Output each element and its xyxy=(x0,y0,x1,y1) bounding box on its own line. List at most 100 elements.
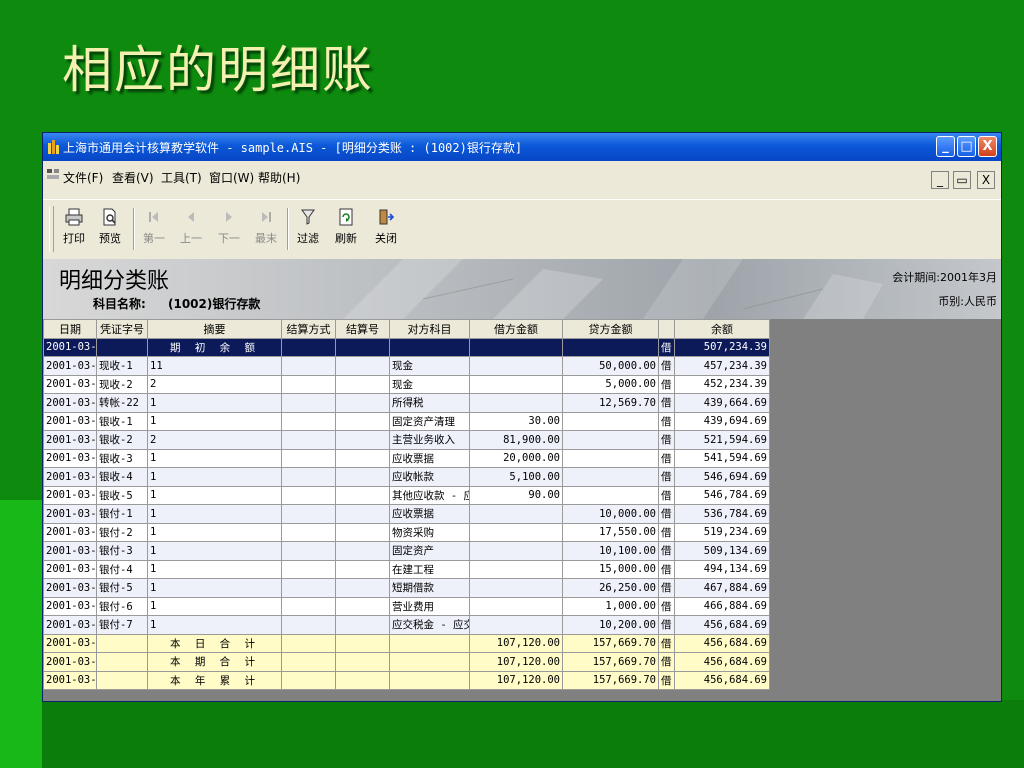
cell-counter-account xyxy=(389,670,470,690)
cell-settlement-no xyxy=(335,485,390,505)
menu-tools[interactable]: 工具(T) xyxy=(161,169,202,186)
mdi-restore-button[interactable]: ▭ xyxy=(953,171,971,189)
menu-file[interactable]: 文件(F) xyxy=(63,169,103,186)
table-row[interactable]: 2001-03-0银付-61 营业费用 1,000.00借466,884.69 xyxy=(43,596,770,616)
cell-settlement-method xyxy=(281,578,336,598)
cell-debit: 107,120.00 xyxy=(469,633,563,653)
table-row[interactable]: 2001-03-0银付-41 在建工程 15,000.00借494,134.69 xyxy=(43,559,770,579)
cell-settlement-no xyxy=(335,393,390,413)
cell-direction: 借 xyxy=(658,337,675,357)
cell-balance: 452,234.39 xyxy=(674,374,770,394)
window-close-button[interactable]: X xyxy=(978,136,997,157)
cell-settlement-no xyxy=(335,596,390,616)
column-header-settlement-no[interactable]: 结算号 xyxy=(335,319,390,339)
cell-voucher: 现收-2 xyxy=(96,374,148,394)
cell-settlement-method xyxy=(281,485,336,505)
cell-voucher: 银付-5 xyxy=(96,578,148,598)
table-row[interactable]: 2001-03-0银收-51 其他应收款 - 应90.00 借546,784.69 xyxy=(43,485,770,505)
cell-settlement-method xyxy=(281,652,336,672)
cell-voucher xyxy=(96,337,148,357)
cell-balance: 439,694.69 xyxy=(674,411,770,431)
cell-date: 2001-03-0 xyxy=(43,374,97,394)
cell-counter-account: 固定资产清理 xyxy=(389,411,470,431)
cell-settlement-method xyxy=(281,504,336,524)
column-header-credit[interactable]: 贷方金额 xyxy=(562,319,659,339)
menu-help[interactable]: 帮助(H) xyxy=(258,169,300,186)
next-button[interactable]: 下一 xyxy=(212,206,246,252)
table-row[interactable]: 2001-03-0转帐-221 所得税 12,569.70借439,664.69 xyxy=(43,393,770,413)
cell-voucher: 银付-3 xyxy=(96,541,148,561)
menu-view[interactable]: 查看(V) xyxy=(112,169,154,186)
total-row[interactable]: 2001-03-3 本 年 累 计 107,120.00157,669.70借456… xyxy=(43,670,770,690)
column-header-settlement-method[interactable]: 结算方式 xyxy=(281,319,336,339)
cell-debit xyxy=(469,393,563,413)
column-header-date[interactable]: 日期 xyxy=(43,319,97,339)
table-row[interactable]: 2001-03-0银收-41 应收帐款5,100.00 借546,694.69 xyxy=(43,467,770,487)
table-row[interactable]: 2001-03-0银收-11 固定资产清理30.00 借439,694.69 xyxy=(43,411,770,431)
cell-credit xyxy=(562,467,659,487)
filter-label: 过滤 xyxy=(297,232,319,245)
close-report-button[interactable]: 关闭 xyxy=(369,206,403,252)
total-row[interactable]: 2001-03-0 本 日 合 计 107,120.00157,669.70借456… xyxy=(43,633,770,653)
total-row[interactable]: 2001-03-3 本 期 合 计 107,120.00157,669.70借456… xyxy=(43,652,770,672)
window-titlebar[interactable]: 上海市通用会计核算教学软件 - sample.AIS - [明细分类账 : (1… xyxy=(43,133,1001,161)
prev-button[interactable]: 上一 xyxy=(174,206,208,252)
cell-settlement-no xyxy=(335,522,390,542)
cell-direction: 借 xyxy=(658,559,675,579)
ledger-grid[interactable]: 日期 凭证字号 摘要 结算方式 结算号 对方科目 借方金额 贷方金额 余额 20… xyxy=(43,319,1001,701)
cell-debit xyxy=(469,356,563,376)
cell-voucher xyxy=(96,670,148,690)
cell-settlement-no xyxy=(335,448,390,468)
table-row[interactable]: 2001-03-0银付-11 应收票据 10,000.00借536,784.69 xyxy=(43,504,770,524)
cell-voucher: 银收-1 xyxy=(96,411,148,431)
last-button[interactable]: 最末 xyxy=(249,206,283,252)
column-header-summary[interactable]: 摘要 xyxy=(147,319,282,339)
cell-date: 2001-03-0 xyxy=(43,615,97,635)
table-row[interactable]: 2001-03-0银收-22 主营业务收入81,900.00 借521,594.69 xyxy=(43,430,770,450)
print-button[interactable]: 打印 xyxy=(57,206,91,252)
menu-window[interactable]: 窗口(W) xyxy=(209,169,254,186)
cell-summary: 11 xyxy=(147,356,282,376)
cell-settlement-method xyxy=(281,467,336,487)
column-header-balance[interactable]: 余额 xyxy=(674,319,770,339)
toolbar-grip[interactable] xyxy=(49,206,54,252)
cell-credit xyxy=(562,411,659,431)
cell-date: 2001-03-3 xyxy=(43,670,97,690)
column-header-counter-account[interactable]: 对方科目 xyxy=(389,319,470,339)
table-row[interactable]: 2001-03-0现收-22 现金 5,000.00借452,234.39 xyxy=(43,374,770,394)
first-button[interactable]: 第一 xyxy=(137,206,171,252)
table-row[interactable]: 2001-03-0银付-31 固定资产 10,100.00借509,134.69 xyxy=(43,541,770,561)
filter-button[interactable]: 过滤 xyxy=(291,206,325,252)
cell-voucher: 银付-1 xyxy=(96,504,148,524)
slide-title: 相应的明细账 xyxy=(62,41,374,99)
filter-icon xyxy=(301,209,315,225)
opening-balance-row[interactable]: 2001-03-0 期 初 余 额 借 507,234.39 xyxy=(43,337,770,357)
cell-date: 2001-03-0 xyxy=(43,393,97,413)
table-row[interactable]: 2001-03-0银付-51 短期借款 26,250.00借467,884.69 xyxy=(43,578,770,598)
cell-direction: 借 xyxy=(658,578,675,598)
column-header-debit[interactable]: 借方金额 xyxy=(469,319,563,339)
cell-settlement-method xyxy=(281,615,336,635)
table-row[interactable]: 2001-03-0银付-71 应交税金 - 应交 10,200.00借456,684… xyxy=(43,615,770,635)
cell-direction: 借 xyxy=(658,467,675,487)
cell-balance: 456,684.69 xyxy=(674,670,770,690)
table-row[interactable]: 2001-03-0现收-111 现金 50,000.00借457,234.39 xyxy=(43,356,770,376)
cell-voucher: 银收-4 xyxy=(96,467,148,487)
cell-settlement-method xyxy=(281,559,336,579)
cell-counter-account: 应收票据 xyxy=(389,448,470,468)
window-minimize-button[interactable]: _ xyxy=(936,136,955,157)
column-header-voucher[interactable]: 凭证字号 xyxy=(96,319,148,339)
cell-date: 2001-03-0 xyxy=(43,411,97,431)
mdi-close-button[interactable]: X xyxy=(977,171,995,189)
table-row[interactable]: 2001-03-0银付-21 物资采购 17,550.00借519,234.69 xyxy=(43,522,770,542)
preview-button[interactable]: 预览 xyxy=(93,206,127,252)
last-icon xyxy=(262,212,271,222)
cell-balance: 509,134.69 xyxy=(674,541,770,561)
table-row[interactable]: 2001-03-0银收-31 应收票据20,000.00 借541,594.69 xyxy=(43,448,770,468)
refresh-button[interactable]: 刷新 xyxy=(329,206,363,252)
window-maximize-button[interactable]: □ xyxy=(957,136,976,157)
cell-balance: 456,684.69 xyxy=(674,652,770,672)
mdi-minimize-button[interactable]: _ xyxy=(931,171,949,189)
column-header-direction[interactable] xyxy=(658,319,675,339)
cell-counter-account: 主营业务收入 xyxy=(389,430,470,450)
